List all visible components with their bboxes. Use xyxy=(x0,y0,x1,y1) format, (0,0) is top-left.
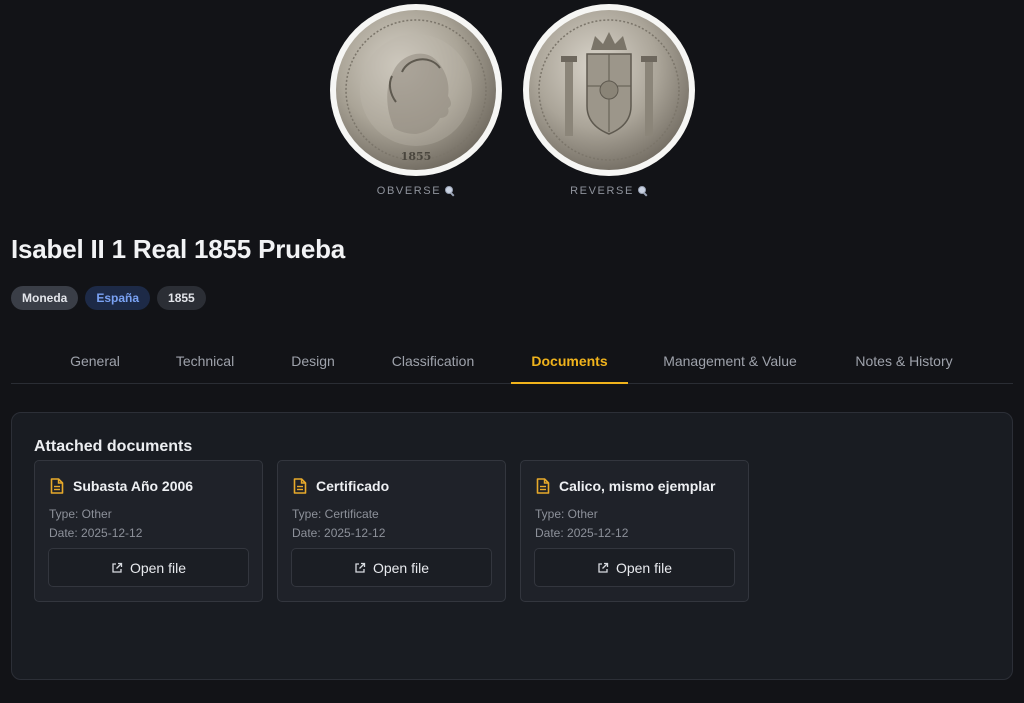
reverse-coin-image xyxy=(529,10,689,170)
document-card: Calico, mismo ejemplar Type: Other Date:… xyxy=(520,460,749,602)
obverse-label: OBVERSE xyxy=(376,185,442,197)
reverse-image[interactable] xyxy=(523,4,695,176)
open-file-button[interactable]: Open file xyxy=(48,548,249,587)
obverse-coin: 1855 OBVERSE xyxy=(330,4,502,197)
tab-classification[interactable]: Classification xyxy=(377,340,489,384)
document-name: Calico, mismo ejemplar xyxy=(559,478,716,494)
document-date: Date: 2025-12-12 xyxy=(292,526,386,540)
open-file-label: Open file xyxy=(129,559,187,576)
open-file-button[interactable]: Open file xyxy=(291,548,492,587)
open-file-label: Open file xyxy=(372,559,430,576)
tab-design[interactable]: Design xyxy=(279,340,347,384)
document-icon xyxy=(50,478,64,494)
reverse-label: REVERSE xyxy=(570,185,634,197)
open-file-label: Open file xyxy=(615,559,673,576)
year-chip: 1855 xyxy=(157,286,206,310)
document-card: Subasta Año 2006 Type: Other Date: 2025-… xyxy=(34,460,263,602)
documents-panel: Attached documents Subasta Año 2006 Type… xyxy=(11,412,1013,680)
svg-text:1855: 1855 xyxy=(401,150,432,163)
tab-documents[interactable]: Documents xyxy=(511,340,628,384)
document-header: Subasta Año 2006 xyxy=(50,478,193,494)
document-name: Subasta Año 2006 xyxy=(73,478,194,494)
documents-heading: Attached documents xyxy=(34,438,193,455)
external-link-icon xyxy=(112,562,123,573)
document-header: Calico, mismo ejemplar xyxy=(536,478,715,494)
document-name: Certificado xyxy=(316,478,390,494)
document-icon xyxy=(293,478,307,494)
document-type: Type: Other xyxy=(49,507,112,521)
document-card: Certificado Type: Certificate Date: 2025… xyxy=(277,460,506,602)
type-chip: Moneda xyxy=(11,286,79,310)
coin-detail-page: 1855 OBVERSE REVERSE Isabel II 1 Real 18… xyxy=(0,0,1024,703)
external-link-icon xyxy=(598,562,609,573)
obverse-caption: OBVERSE xyxy=(330,185,502,197)
country-chip: España xyxy=(85,286,151,310)
document-header: Certificado xyxy=(293,478,389,494)
document-type: Type: Other xyxy=(535,507,598,521)
reverse-caption: REVERSE xyxy=(523,185,695,197)
tab-bar: General Technical Design Classification … xyxy=(11,340,1013,384)
magnifier-icon xyxy=(637,186,648,196)
tab-technical[interactable]: Technical xyxy=(163,340,247,384)
tab-notes-history[interactable]: Notes & History xyxy=(845,340,963,384)
open-file-button[interactable]: Open file xyxy=(534,548,735,587)
obverse-coin-image: 1855 xyxy=(336,10,496,170)
document-date: Date: 2025-12-12 xyxy=(535,526,629,540)
magnifier-icon xyxy=(445,186,455,196)
document-date: Date: 2025-12-12 xyxy=(49,526,143,540)
coin-images: 1855 OBVERSE REVERSE xyxy=(0,4,1024,204)
obverse-image[interactable]: 1855 xyxy=(330,4,502,176)
external-link-icon xyxy=(355,562,366,573)
page-title: Isabel II 1 Real 1855 Prueba xyxy=(11,234,346,264)
document-icon xyxy=(536,478,550,494)
reverse-coin: REVERSE xyxy=(523,4,695,197)
document-type: Type: Certificate xyxy=(292,507,379,521)
tab-general[interactable]: General xyxy=(57,340,133,384)
tag-chips: Moneda España 1855 xyxy=(11,286,206,310)
tab-management-value[interactable]: Management & Value xyxy=(655,340,805,384)
